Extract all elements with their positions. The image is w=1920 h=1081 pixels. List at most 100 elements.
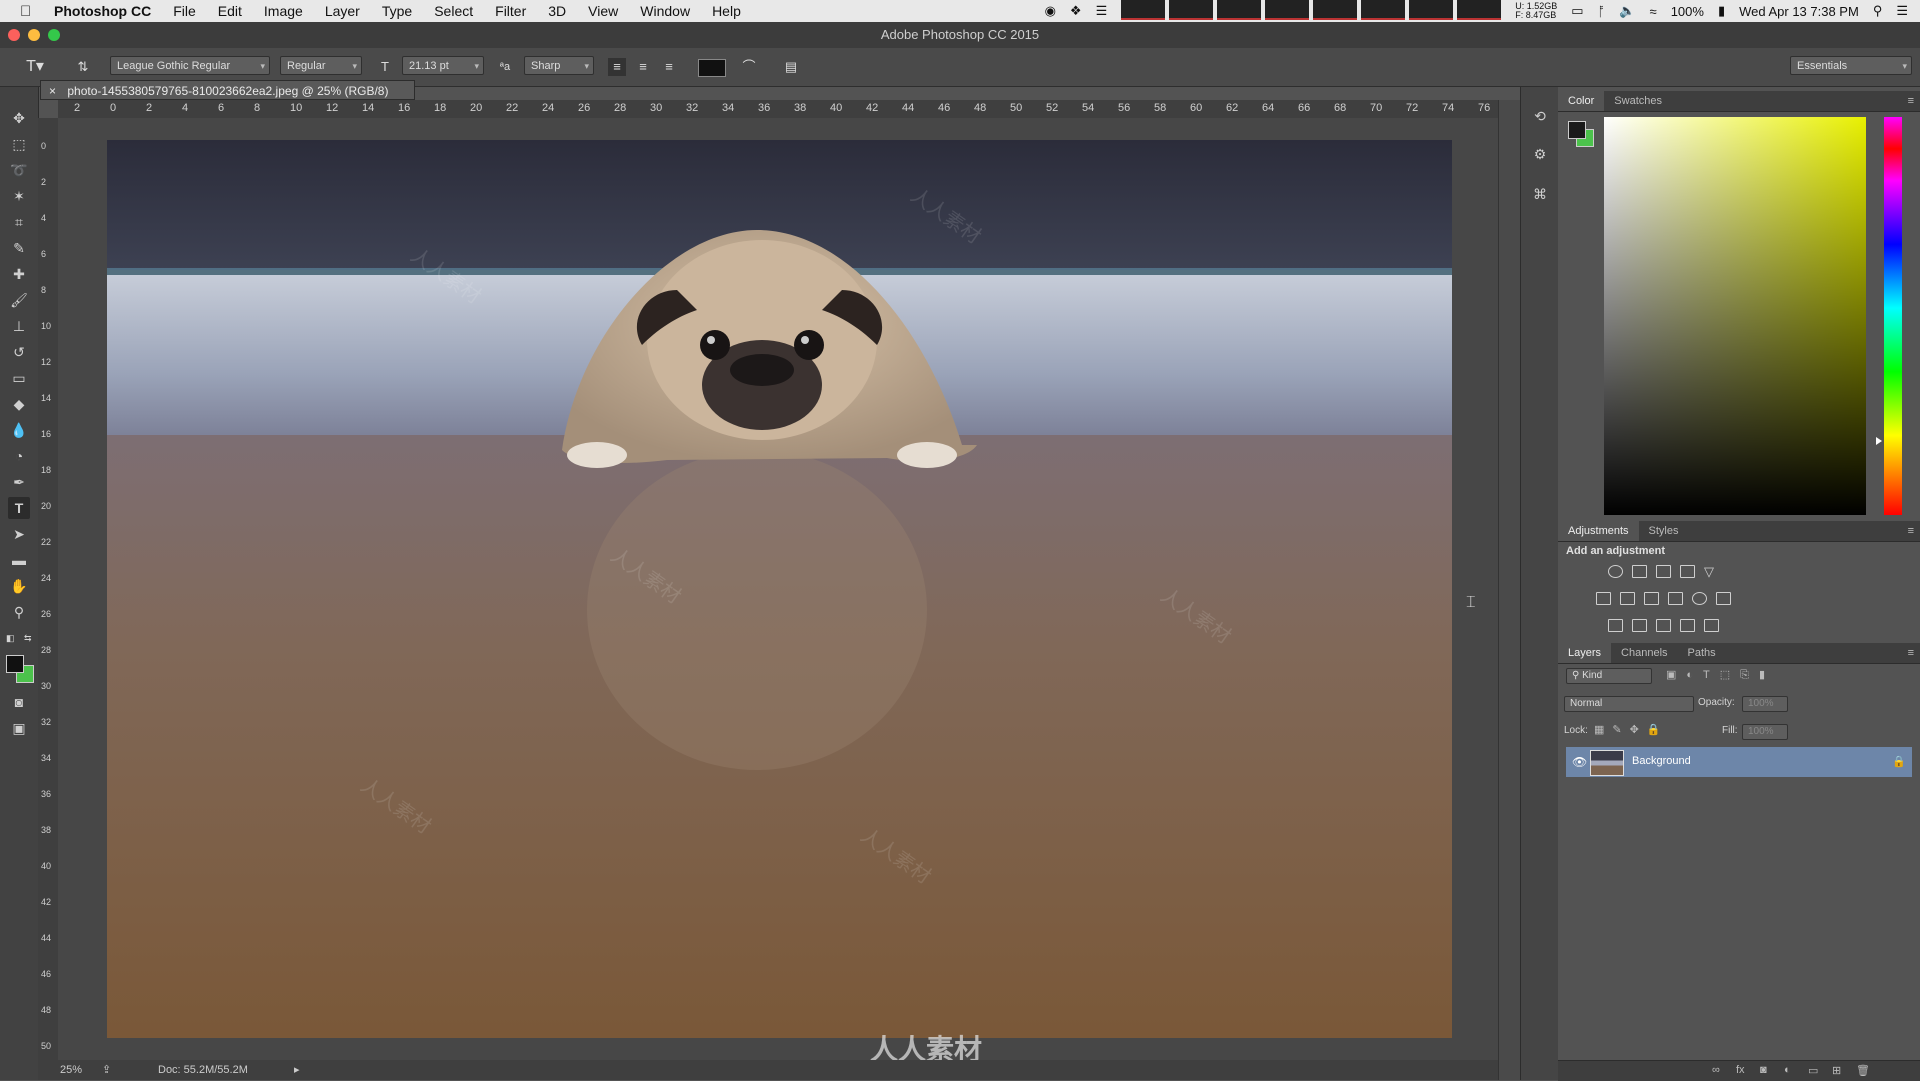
panel-menu-icon[interactable]: ≡: [1908, 521, 1914, 541]
new-group-icon[interactable]: ▭: [1808, 1064, 1818, 1077]
curves-icon[interactable]: [1656, 565, 1671, 578]
rectangle-tool-icon[interactable]: ▬: [8, 549, 30, 571]
text-color-swatch[interactable]: [698, 59, 726, 77]
font-style-select[interactable]: Regular ▾: [280, 56, 362, 75]
workspace-select[interactable]: Essentials ▾: [1790, 56, 1912, 75]
tab-styles[interactable]: Styles: [1639, 521, 1689, 541]
exposure-icon[interactable]: [1680, 565, 1695, 578]
tab-swatches[interactable]: Swatches: [1604, 91, 1672, 111]
clone-stamp-tool-icon[interactable]: ⊥: [8, 315, 30, 337]
menu-file[interactable]: File: [173, 3, 196, 19]
menu-type[interactable]: Type: [382, 3, 412, 19]
horizontal-ruler[interactable]: 2 0 2 4 6 8 10 12 14 16 18 20 22 24 26 28 30 32 34 36 38 40 42…: [58, 100, 1498, 119]
tab-paths[interactable]: Paths: [1678, 643, 1726, 663]
hue-slider-handle[interactable]: [1876, 437, 1882, 445]
panel-menu-icon[interactable]: ≡: [1908, 643, 1914, 663]
lasso-tool-icon[interactable]: ➰: [8, 159, 30, 181]
document-tab[interactable]: × photo-1455380579765-810023662ea2.jpeg …: [40, 80, 415, 100]
tab-layers[interactable]: Layers: [1558, 643, 1612, 663]
channel-mixer-icon[interactable]: [1692, 592, 1707, 605]
align-right-button[interactable]: ≡: [660, 58, 678, 76]
menu-edit[interactable]: Edit: [218, 3, 242, 19]
menu-window[interactable]: Window: [640, 3, 690, 19]
close-window-button[interactable]: [8, 29, 20, 41]
dropbox-icon[interactable]: ❖: [1070, 3, 1082, 19]
layer-style-fx-icon[interactable]: fx: [1736, 1064, 1745, 1076]
properties-panel-icon[interactable]: ⚙: [1529, 143, 1551, 165]
blur-tool-icon[interactable]: 💧: [8, 419, 30, 441]
black-white-icon[interactable]: [1644, 592, 1659, 605]
brightness-contrast-icon[interactable]: [1608, 565, 1623, 578]
document-size[interactable]: Doc: 55.2M/55.2M: [158, 1060, 248, 1080]
bluetooth-icon[interactable]: ᚩ: [1598, 4, 1606, 19]
screen-mode-icon[interactable]: ▣: [8, 717, 30, 739]
menu-app-name[interactable]: Photoshop CC: [54, 3, 151, 19]
fill-input[interactable]: 100%: [1742, 724, 1788, 740]
opacity-input[interactable]: 100%: [1742, 696, 1788, 712]
font-family-select[interactable]: League Gothic Regular ▾: [110, 56, 270, 75]
list-icon[interactable]: ☰: [1096, 3, 1108, 19]
activity-monitor-strip[interactable]: [1117, 0, 1502, 23]
color-foreground-swatch[interactable]: [1568, 121, 1586, 139]
close-document-icon[interactable]: ×: [49, 84, 56, 98]
share-icon[interactable]: ⇪: [102, 1060, 111, 1080]
gradient-map-icon[interactable]: [1704, 619, 1719, 632]
layer-kind-filter[interactable]: ⚲ Kind: [1566, 668, 1652, 684]
character-panel-icon[interactable]: ⌘: [1529, 183, 1551, 205]
menu-help[interactable]: Help: [712, 3, 741, 19]
menu-image[interactable]: Image: [264, 3, 303, 19]
panel-menu-icon[interactable]: ≡: [1908, 91, 1914, 111]
status-menu-arrow-icon[interactable]: ▸: [294, 1060, 300, 1080]
menu-3d[interactable]: 3D: [548, 3, 566, 19]
zoom-tool-icon[interactable]: ⚲: [8, 601, 30, 623]
quick-mask-icon[interactable]: ◙: [8, 691, 30, 713]
character-panel-toggle-icon[interactable]: ▤: [782, 58, 800, 76]
volume-icon[interactable]: 🔈: [1619, 3, 1635, 19]
hue-saturation-icon[interactable]: [1596, 592, 1611, 605]
menu-view[interactable]: View: [588, 3, 618, 19]
eyedropper-tool-icon[interactable]: ✎: [8, 237, 30, 259]
wifi-icon[interactable]: ≈: [1650, 4, 1657, 19]
foreground-color-swatch[interactable]: [6, 655, 24, 673]
color-field[interactable]: [1604, 117, 1866, 515]
antialias-select[interactable]: Sharp ▾: [524, 56, 594, 75]
type-tool-icon[interactable]: T: [8, 497, 30, 519]
history-panel-icon[interactable]: ⟲: [1529, 105, 1551, 127]
screen-record-icon[interactable]: ◉: [1045, 3, 1056, 19]
color-balance-icon[interactable]: [1620, 592, 1635, 605]
marquee-tool-icon[interactable]: ⬚: [8, 133, 30, 155]
tab-channels[interactable]: Channels: [1611, 643, 1677, 663]
vertical-ruler[interactable]: 0 2 4 6 8 10 12 14 16 18 20 22 24 26 28 30 32 34 36 38 40 42 4…: [38, 118, 59, 1060]
tab-adjustments[interactable]: Adjustments: [1558, 521, 1639, 541]
pen-tool-icon[interactable]: ✒: [8, 471, 30, 493]
menu-select[interactable]: Select: [434, 3, 473, 19]
selective-color-icon[interactable]: [1680, 619, 1695, 632]
posterize-icon[interactable]: [1632, 619, 1647, 632]
dodge-tool-icon[interactable]: ◔: [8, 445, 30, 467]
tab-color[interactable]: Color: [1558, 91, 1605, 111]
swap-colors-icon[interactable]: ⇆: [24, 633, 32, 644]
align-left-button[interactable]: ≡: [608, 58, 626, 76]
notification-center-icon[interactable]: ☰: [1896, 3, 1908, 19]
align-center-button[interactable]: ≡: [634, 58, 652, 76]
layer-visibility-eye-icon[interactable]: 👁: [1572, 755, 1587, 769]
healing-brush-tool-icon[interactable]: ✚: [8, 263, 30, 285]
toggle-text-orientation-icon[interactable]: ⇅: [74, 58, 92, 76]
hand-tool-icon[interactable]: ✋: [8, 575, 30, 597]
vertical-scrollbar[interactable]: [1498, 100, 1521, 1080]
zoom-level[interactable]: 25%: [60, 1060, 82, 1080]
airplay-icon[interactable]: ▭: [1571, 3, 1583, 19]
crop-tool-icon[interactable]: ⌗: [8, 211, 30, 233]
document-image[interactable]: 人人素材 人人素材 人人素材 人人素材 人人素材 人人素材: [107, 140, 1452, 1038]
font-size-select[interactable]: 21.13 pt ▾: [402, 56, 484, 75]
add-mask-icon[interactable]: ◙: [1760, 1064, 1767, 1076]
hue-slider[interactable]: [1884, 117, 1902, 515]
eraser-tool-icon[interactable]: ▭: [8, 367, 30, 389]
brush-tool-icon[interactable]: 🖌: [8, 289, 30, 311]
zoom-window-button[interactable]: [48, 29, 60, 41]
menu-layer[interactable]: Layer: [325, 3, 360, 19]
levels-icon[interactable]: [1632, 565, 1647, 578]
default-colors-icon[interactable]: ◧: [6, 633, 15, 644]
menu-filter[interactable]: Filter: [495, 3, 526, 19]
layer-row-background[interactable]: 👁 Background 🔒: [1566, 747, 1912, 777]
